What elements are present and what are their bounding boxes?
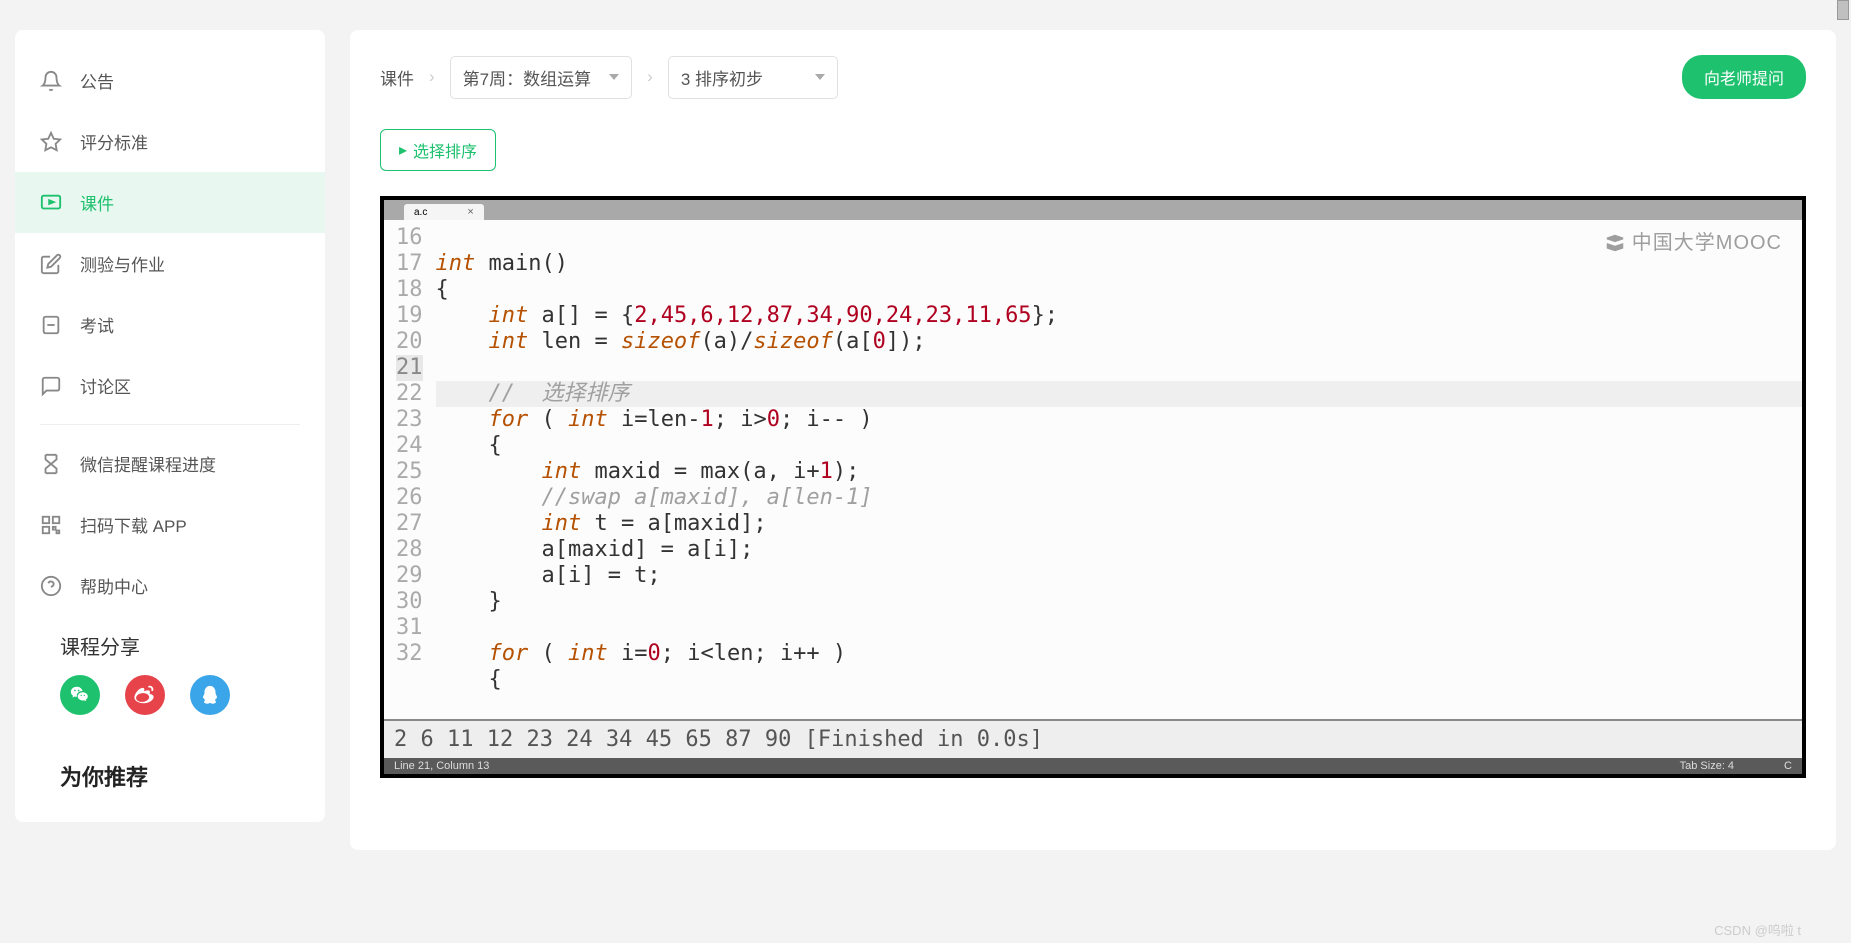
sidebar-label: 扫码下载 APP <box>80 512 187 537</box>
help-icon <box>40 575 62 597</box>
status-tabsize[interactable]: Tab Size: 4 <box>1680 760 1734 772</box>
chevron-right-icon: › <box>429 67 435 87</box>
sidebar: 公告 评分标准 课件 测验与作业 考试 讨论区 微信提醒课程进度 扫 <box>15 30 325 822</box>
sidebar-label: 公告 <box>80 68 114 93</box>
sidebar-item-app[interactable]: 扫码下载 APP <box>15 494 325 555</box>
divider <box>40 424 300 425</box>
output-panel: 2 6 11 12 23 24 34 45 65 87 90 [Finished… <box>384 719 1802 758</box>
action-label: 选择排序 <box>413 138 477 162</box>
video-editor-frame: a.c × 1617181920212223242526272829303132… <box>380 196 1806 778</box>
main-header: 课件 › 第7周：数组运算 › 3 排序初步 向老师提问 <box>380 55 1806 99</box>
lesson-select[interactable]: 3 排序初步 <box>668 56 838 99</box>
hourglass-icon <box>40 453 62 475</box>
sidebar-item-homework[interactable]: 测验与作业 <box>15 233 325 294</box>
editor-body: 1617181920212223242526272829303132 中国大学M… <box>384 220 1802 719</box>
play-icon: ▸ <box>399 140 407 160</box>
sidebar-label: 考试 <box>80 312 114 337</box>
sidebar-label: 测验与作业 <box>80 251 165 276</box>
line-gutter: 1617181920212223242526272829303132 <box>384 220 431 719</box>
sidebar-item-exam[interactable]: 考试 <box>15 294 325 355</box>
week-select[interactable]: 第7周：数组运算 <box>450 56 632 99</box>
share-title: 课程分享 <box>15 616 325 670</box>
bell-icon <box>40 70 62 92</box>
sidebar-item-courseware[interactable]: 课件 <box>15 172 325 233</box>
weibo-share-icon[interactable] <box>125 675 165 715</box>
sidebar-item-help[interactable]: 帮助中心 <box>15 555 325 616</box>
screen-icon <box>40 192 62 214</box>
scroll-indicator[interactable] <box>1837 0 1849 20</box>
qr-icon <box>40 514 62 536</box>
main-content: 课件 › 第7周：数组运算 › 3 排序初步 向老师提问 ▸ 选择排序 a.c … <box>350 30 1836 850</box>
ask-teacher-button[interactable]: 向老师提问 <box>1682 55 1806 99</box>
sidebar-item-announce[interactable]: 公告 <box>15 50 325 111</box>
code-area[interactable]: 中国大学MOOCint main() { int a[] = {2,45,6,1… <box>431 220 1803 719</box>
sidebar-label: 帮助中心 <box>80 573 148 598</box>
sidebar-label: 微信提醒课程进度 <box>80 451 216 476</box>
qq-share-icon[interactable] <box>190 675 230 715</box>
star-icon <box>40 131 62 153</box>
sidebar-item-discuss[interactable]: 讨论区 <box>15 355 325 416</box>
editor-tab[interactable]: a.c × <box>404 204 484 220</box>
breadcrumb: 课件 › 第7周：数组运算 › 3 排序初步 <box>380 56 838 99</box>
breadcrumb-root[interactable]: 课件 <box>380 65 414 90</box>
sidebar-label: 评分标准 <box>80 129 148 154</box>
sidebar-label: 讨论区 <box>80 373 131 398</box>
edit-icon <box>40 253 62 275</box>
mooc-watermark: 中国大学MOOC <box>1604 230 1782 256</box>
select-sort-button[interactable]: ▸ 选择排序 <box>380 129 496 171</box>
doc-icon <box>40 314 62 336</box>
sidebar-item-wechat[interactable]: 微信提醒课程进度 <box>15 433 325 494</box>
chevron-right-icon: › <box>647 67 653 87</box>
tab-name: a.c <box>414 207 427 218</box>
recommend-title: 为你推荐 <box>15 740 325 802</box>
wechat-share-icon[interactable] <box>60 675 100 715</box>
sidebar-item-criteria[interactable]: 评分标准 <box>15 111 325 172</box>
close-icon[interactable]: × <box>467 206 473 218</box>
chat-icon <box>40 375 62 397</box>
sidebar-label: 课件 <box>80 190 114 215</box>
statusbar: Line 21, Column 13 Tab Size: 4 C <box>384 758 1802 774</box>
csdn-watermark: CSDN @呜啦 t <box>1714 920 1801 939</box>
editor-tabbar: a.c × <box>384 200 1802 220</box>
share-icons <box>15 670 325 740</box>
status-lang[interactable]: C <box>1784 760 1792 772</box>
status-position: Line 21, Column 13 <box>394 760 489 772</box>
